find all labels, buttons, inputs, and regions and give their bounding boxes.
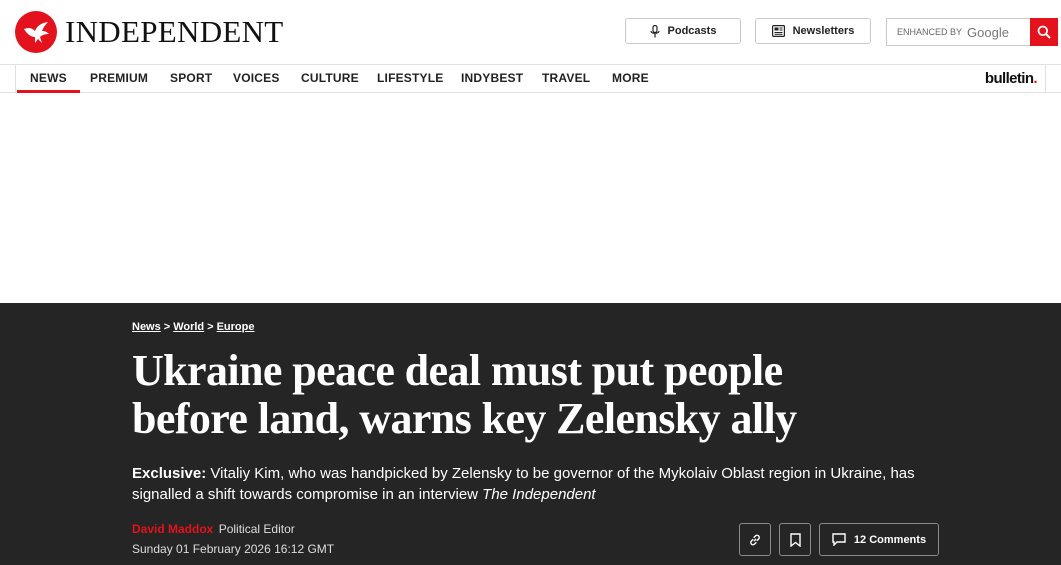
- nav-inner: NEWS PREMIUM SPORT VOICES CULTURE LIFEST…: [15, 65, 1046, 93]
- search-google-label: Google: [967, 24, 1009, 40]
- nav-item-sport[interactable]: SPORT: [170, 65, 212, 92]
- breadcrumb: News > World > Europe: [132, 321, 255, 333]
- byline: David Maddox Political Editor Sunday 01 …: [132, 521, 334, 558]
- search-button[interactable]: [1030, 18, 1058, 46]
- podcasts-button[interactable]: Podcasts: [625, 18, 741, 44]
- author-role: Political Editor: [218, 522, 295, 536]
- nav-item-culture[interactable]: CULTURE: [301, 65, 359, 92]
- bookmark-button[interactable]: [779, 523, 811, 556]
- logo-text: INDEPENDENT: [65, 14, 284, 49]
- nav-item-lifestyle[interactable]: LIFESTYLE: [377, 65, 443, 92]
- breadcrumb-europe[interactable]: Europe: [217, 321, 255, 333]
- main-nav: NEWS PREMIUM SPORT VOICES CULTURE LIFEST…: [0, 64, 1061, 93]
- newsletters-label: Newsletters: [792, 25, 855, 37]
- standfirst-publication: The Independent: [482, 486, 596, 503]
- newspaper-icon: [771, 25, 785, 37]
- comment-icon: [832, 533, 846, 546]
- article-standfirst: Exclusive: Vitaliy Kim, who was handpick…: [132, 463, 932, 505]
- nav-item-indybest[interactable]: INDYBEST: [461, 65, 523, 92]
- publish-date: Sunday 01 February 2026 16:12 GMT: [132, 542, 335, 556]
- eagle-icon: [15, 11, 57, 53]
- breadcrumb-world[interactable]: World: [173, 321, 204, 333]
- comments-button[interactable]: 12 Comments: [819, 523, 939, 556]
- bulletin-logo[interactable]: bulletin.: [985, 65, 1045, 92]
- breadcrumb-separator: >: [207, 321, 214, 333]
- standfirst-label: Exclusive:: [132, 465, 207, 482]
- article-headline: Ukraine peace deal must put people befor…: [132, 346, 797, 443]
- nav-item-voices[interactable]: VOICES: [233, 65, 280, 92]
- podcasts-label: Podcasts: [667, 25, 717, 37]
- ad-slot: [0, 93, 1061, 303]
- comments-label: 12 Comments: [853, 533, 927, 546]
- nav-item-premium[interactable]: PREMIUM: [90, 65, 148, 92]
- bookmark-icon: [789, 532, 801, 547]
- author-name[interactable]: David Maddox: [132, 522, 213, 536]
- bulletin-label: bulletin: [984, 70, 1034, 87]
- article-header: News > World > Europe Ukraine peace deal mus…: [0, 303, 1061, 565]
- breadcrumb-news[interactable]: News: [132, 321, 161, 333]
- microphone-icon: [649, 24, 660, 37]
- nav-item-more[interactable]: MORE: [612, 65, 649, 92]
- search-input[interactable]: ENHANCED BY Google: [886, 18, 1030, 46]
- search-icon: [1037, 25, 1051, 39]
- copy-link-button[interactable]: [739, 523, 771, 556]
- search-enhanced-label: ENHANCED BY: [897, 27, 963, 37]
- nav-item-travel[interactable]: TRAVEL: [542, 65, 590, 92]
- bulletin-dot: .: [1033, 70, 1037, 87]
- masthead: INDEPENDENT Podcasts Newsletters ENHANCE…: [0, 0, 1061, 64]
- search: ENHANCED BY Google: [886, 18, 1058, 46]
- logo[interactable]: INDEPENDENT: [15, 11, 284, 53]
- breadcrumb-separator: >: [163, 321, 171, 333]
- link-icon: [750, 534, 760, 545]
- newsletters-button[interactable]: Newsletters: [755, 18, 871, 44]
- nav-item-news[interactable]: NEWS: [17, 65, 80, 93]
